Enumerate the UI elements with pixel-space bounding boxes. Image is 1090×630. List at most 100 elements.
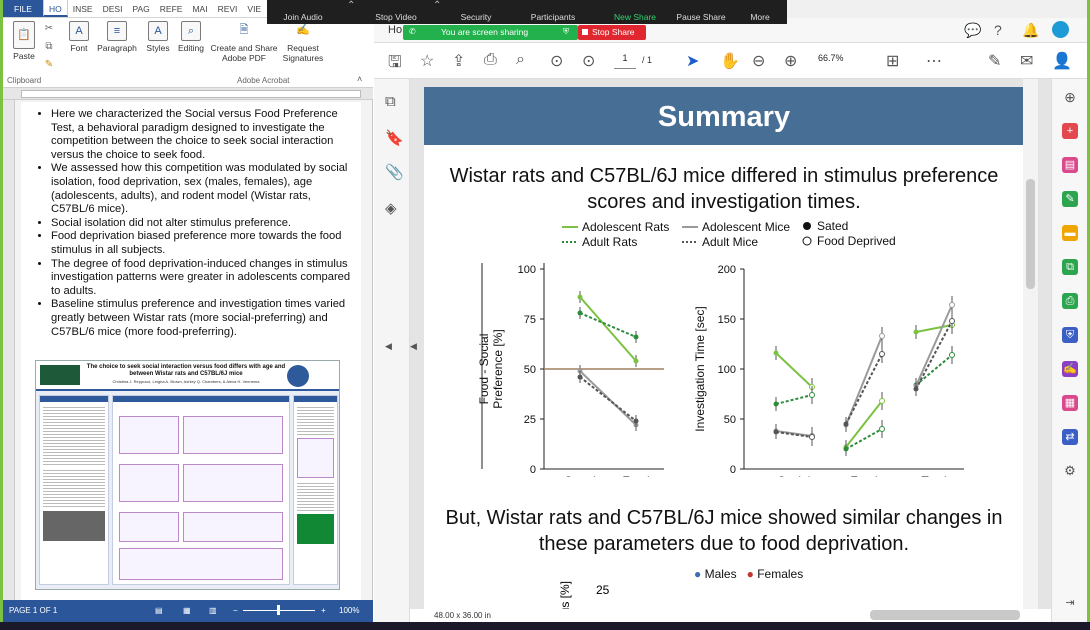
format-painter-icon[interactable]: ✎ bbox=[43, 60, 55, 70]
fit-page-icon[interactable]: ⊞ bbox=[886, 51, 899, 71]
create-share-pdf-button[interactable]: 🗎 Create and Share Adobe PDF bbox=[209, 21, 279, 63]
security-button[interactable]: Security bbox=[453, 12, 499, 22]
legend-label-adolescent-rats: Adolescent Rats bbox=[582, 220, 669, 234]
fill-sign-icon[interactable]: ✍ bbox=[1062, 361, 1078, 377]
request-signatures-button[interactable]: ✍ Request Signatures bbox=[279, 21, 327, 63]
page-count: PAGE 1 OF 1 bbox=[9, 606, 58, 615]
acrobat-tab-home[interactable]: Ho bbox=[388, 24, 402, 36]
avatar[interactable] bbox=[1052, 21, 1069, 38]
tab-design[interactable]: DESI bbox=[98, 0, 128, 17]
paste-button[interactable]: 📋 Paste bbox=[7, 21, 41, 61]
tab-review[interactable]: REVI bbox=[213, 0, 243, 17]
page-number-input[interactable]: 1 bbox=[614, 53, 636, 69]
pause-share-button[interactable]: Pause Share bbox=[675, 12, 727, 22]
find-icon[interactable]: ⌕ bbox=[516, 51, 525, 69]
page-up-icon[interactable]: ⊙ bbox=[550, 51, 563, 71]
participants-button[interactable]: Participants bbox=[525, 12, 581, 22]
cursor-icon[interactable]: ➤ bbox=[686, 51, 699, 71]
email-icon[interactable]: ✉ bbox=[1020, 51, 1033, 71]
poster-header: The choice to seek social interaction ve… bbox=[36, 361, 339, 391]
editing-button[interactable]: ⌕ Editing bbox=[175, 21, 207, 53]
zoom-tool-icon[interactable]: ⊕ bbox=[1062, 89, 1078, 105]
bell-icon[interactable]: 🔔 bbox=[1022, 22, 1039, 39]
help-icon[interactable]: ? bbox=[994, 22, 1002, 38]
university-logo bbox=[40, 365, 80, 385]
tab-view[interactable]: VIE bbox=[242, 0, 266, 17]
tab-page-layout[interactable]: PAG bbox=[127, 0, 154, 17]
styles-button[interactable]: A Styles bbox=[141, 21, 175, 53]
cut-icon[interactable]: ✂ bbox=[43, 24, 55, 34]
web-layout-icon[interactable]: ▥ bbox=[209, 606, 217, 615]
partial-axis-label: lus [%] bbox=[558, 580, 572, 609]
tools-settings-icon[interactable]: ⚙ bbox=[1062, 463, 1078, 479]
layers-icon[interactable]: ◈ bbox=[385, 199, 397, 217]
page-dimensions: 48.00 x 36.00 in bbox=[434, 611, 491, 620]
zoom-level-dropdown[interactable]: 66.7% bbox=[818, 53, 844, 63]
print-icon[interactable]: ⎙ bbox=[484, 51, 497, 69]
pages-icon[interactable]: ⧉ bbox=[385, 93, 396, 110]
collapse-tools-icon[interactable]: ⇥ bbox=[1062, 595, 1078, 611]
chevron-up-icon[interactable]: ⌃ bbox=[347, 0, 355, 11]
zoom-slider-thumb[interactable] bbox=[277, 605, 280, 615]
zoom-out-icon[interactable]: − bbox=[233, 606, 238, 615]
y-tick-label: 25 bbox=[524, 414, 536, 426]
add-user-icon[interactable]: 👤 bbox=[1052, 51, 1072, 71]
zoom-in-icon[interactable]: + bbox=[321, 606, 326, 615]
copy-icon[interactable]: ⧉ bbox=[43, 42, 55, 52]
edit-pdf-icon[interactable]: ✎ bbox=[1062, 191, 1078, 207]
comment-icon[interactable]: 💬 bbox=[964, 22, 981, 39]
protect-icon[interactable]: ⛨ bbox=[1062, 327, 1078, 343]
upload-icon[interactable]: ⇪ bbox=[452, 51, 465, 71]
join-audio-button[interactable]: Join Audio bbox=[277, 12, 329, 22]
zoom-in-icon[interactable]: ⊕ bbox=[784, 51, 797, 71]
more-tools-icon[interactable]: ⋯ bbox=[926, 51, 942, 71]
font-button[interactable]: A Font bbox=[63, 21, 95, 53]
star-icon[interactable]: ☆ bbox=[420, 51, 434, 71]
tab-insert[interactable]: INSE bbox=[68, 0, 98, 17]
shield-icon: ⛨ bbox=[563, 27, 569, 36]
attachment-icon[interactable]: 📎 bbox=[385, 163, 404, 181]
comment-tool-icon[interactable]: ▬ bbox=[1062, 225, 1078, 241]
x-tick-label: Social bbox=[778, 474, 811, 477]
hand-icon[interactable]: ✋ bbox=[720, 51, 740, 71]
scan-icon[interactable]: ⧉ bbox=[1062, 259, 1078, 275]
export-pdf-icon[interactable]: + bbox=[1062, 123, 1078, 139]
stop-video-button[interactable]: Stop Video bbox=[371, 12, 421, 22]
tab-file[interactable]: FILE bbox=[3, 0, 43, 17]
send-for-review-icon[interactable]: ⇄ bbox=[1062, 429, 1078, 445]
vertical-scrollbar[interactable] bbox=[1023, 79, 1038, 609]
tab-references[interactable]: REFE bbox=[155, 0, 188, 17]
legend-sex: ● Males ● Females bbox=[694, 567, 803, 581]
save-icon[interactable]: 🖫 bbox=[388, 51, 402, 78]
zoom-out-icon[interactable]: ⊖ bbox=[752, 51, 765, 71]
print-layout-icon[interactable]: ▦ bbox=[183, 606, 191, 615]
document-view[interactable]: Summary Wistar rats and C57BL/6J mice di… bbox=[410, 79, 1051, 609]
link-icon[interactable]: ✎ bbox=[988, 51, 1001, 71]
bookmark-icon[interactable]: 🔖 bbox=[385, 129, 404, 147]
legend-marker-food-deprived bbox=[802, 236, 812, 246]
collapse-left-icon[interactable]: ◀ bbox=[385, 341, 392, 352]
paragraph-button[interactable]: ≡ Paragraph bbox=[95, 21, 139, 53]
chevron-up-icon[interactable]: ⌃ bbox=[433, 0, 441, 11]
read-mode-icon[interactable]: ▤ bbox=[155, 606, 163, 615]
collapse-ribbon-icon[interactable]: ˄ bbox=[357, 74, 362, 84]
data-point bbox=[577, 294, 583, 300]
page-down-icon[interactable]: ⊙ bbox=[582, 51, 595, 71]
prev-page-arrow[interactable]: ◀ bbox=[410, 341, 417, 352]
create-pdf-icon[interactable]: ▦ bbox=[1062, 395, 1078, 411]
data-point-sated bbox=[843, 421, 849, 427]
tab-home[interactable]: HO bbox=[43, 0, 68, 17]
poster-thumbnail[interactable]: The choice to seek social interaction ve… bbox=[35, 360, 340, 590]
scroll-thumb[interactable] bbox=[1026, 179, 1035, 289]
new-share-button[interactable]: New Share bbox=[609, 12, 661, 22]
more-button[interactable]: More bbox=[745, 12, 775, 22]
word-window: FILE HO INSE DESI PAG REFE MAI REVI VIE … bbox=[3, 0, 373, 622]
stop-share-button[interactable]: Stop Share bbox=[578, 25, 646, 40]
organize-pages-icon[interactable]: ▤ bbox=[1062, 157, 1078, 173]
horizontal-scrollbar[interactable] bbox=[870, 610, 1020, 620]
y-tick-label: 0 bbox=[530, 464, 536, 476]
data-point-sated bbox=[913, 386, 919, 392]
print-production-icon[interactable]: ⎙ bbox=[1062, 293, 1078, 309]
tab-mailings[interactable]: MAI bbox=[187, 0, 212, 17]
word-document[interactable]: Here we characterized the Social versus … bbox=[21, 102, 361, 600]
